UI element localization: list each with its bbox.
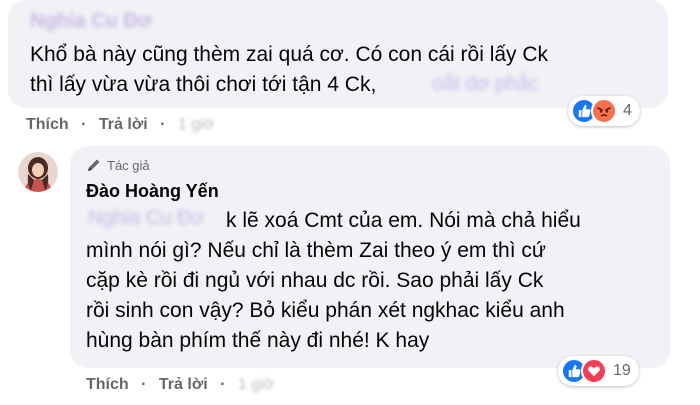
comment-timestamp[interactable]: 1 giờ (178, 116, 214, 133)
love-icon (581, 358, 607, 384)
reply-action-button[interactable]: Trả lời (99, 116, 148, 133)
author-badge: Tác giả (86, 157, 150, 173)
reply-text-line: hùng bàn phím thế này đi nhé! K hay (86, 329, 430, 352)
reaction-count: 19 (613, 362, 631, 379)
mention-link[interactable]: Nghia Cu Đơ (88, 207, 205, 230)
reply-timestamp[interactable]: 1 giờ (238, 376, 274, 393)
comment-text-line: Khổ bà này cũng thèm zai quá cơ. Có con … (30, 43, 549, 66)
reply-text-line: mình nói gì? Nếu chỉ là thèm Zai theo ý … (86, 239, 546, 262)
like-action-button[interactable]: Thích (86, 376, 129, 393)
comment-author-name[interactable]: Nghia Cu Đơ (30, 10, 152, 33)
reply-author-name[interactable]: Đào Hoàng Yến (86, 181, 219, 202)
pencil-icon (88, 159, 100, 171)
reaction-count: 4 (623, 102, 632, 119)
reply-action-button[interactable]: Trả lời (159, 376, 208, 393)
reply-text-line: k lẽ xoá Cmt của em. Nói mà chả hiểu (226, 209, 581, 232)
reply-reactions[interactable]: 19 (558, 356, 639, 386)
like-action-button[interactable]: Thích (26, 116, 69, 133)
avatar[interactable] (18, 152, 58, 192)
comment-reactions[interactable]: 4 (568, 96, 640, 126)
comment-blurred-link[interactable]: oắt dơ phắc (432, 73, 539, 96)
author-badge-label: Tác giả (107, 157, 150, 173)
comment-bubble: Nghia Cu Đơ Khổ bà này cũng thèm zai quá… (8, 0, 668, 108)
comment-text-line: thì lấy vừa vừa thôi chơi tới tận 4 Ck, (30, 73, 377, 96)
reply-text-line: cặp kè rồi đi ngủ với nhau dc rồi. Sao p… (86, 269, 544, 292)
reply-text-line: rồi sinh con vậy? Bỏ kiểu phán xét ngkha… (86, 299, 565, 322)
angry-icon (591, 98, 617, 124)
comment-actions: Thích · Trả lời · 1 giờ (26, 116, 215, 133)
reply-actions: Thích · Trả lời · 1 giờ (86, 376, 275, 393)
